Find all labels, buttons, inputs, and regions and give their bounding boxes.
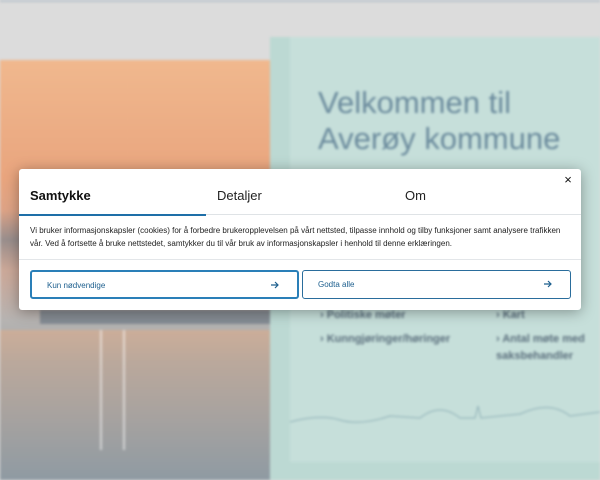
- tab-detaljer[interactable]: Detaljer: [206, 169, 393, 215]
- quick-link[interactable]: › Antal møte med saksbehandler: [496, 331, 586, 365]
- welcome-title: Velkommen til Averøy kommune: [318, 85, 561, 156]
- chevron-right-icon: ›: [320, 309, 324, 321]
- chevron-right-icon: ›: [496, 333, 500, 345]
- arrow-right-icon: [544, 280, 552, 288]
- divider: [19, 259, 581, 260]
- pier: [40, 310, 270, 324]
- chevron-right-icon: ›: [496, 309, 500, 321]
- tab-om[interactable]: Om: [394, 169, 581, 215]
- skyline-illustration: [290, 405, 600, 423]
- consent-message: Vi bruker informasjonskapsler (cookies) …: [30, 226, 561, 248]
- chevron-right-icon: ›: [320, 333, 324, 345]
- necessary-only-button[interactable]: Kun nødvendige: [30, 270, 299, 299]
- consent-tabs: Samtykke Detaljer Om: [19, 169, 581, 216]
- tab-samtykke[interactable]: Samtykke: [19, 169, 206, 216]
- quick-link[interactable]: › Kunngjøringer/høringer: [320, 331, 450, 348]
- top-strip: [0, 0, 600, 2]
- cookie-consent-dialog: × Samtykke Detaljer Om Vi bruker informa…: [19, 169, 581, 310]
- accept-all-button[interactable]: Godta alle: [302, 270, 571, 299]
- arrow-right-icon: [271, 281, 279, 289]
